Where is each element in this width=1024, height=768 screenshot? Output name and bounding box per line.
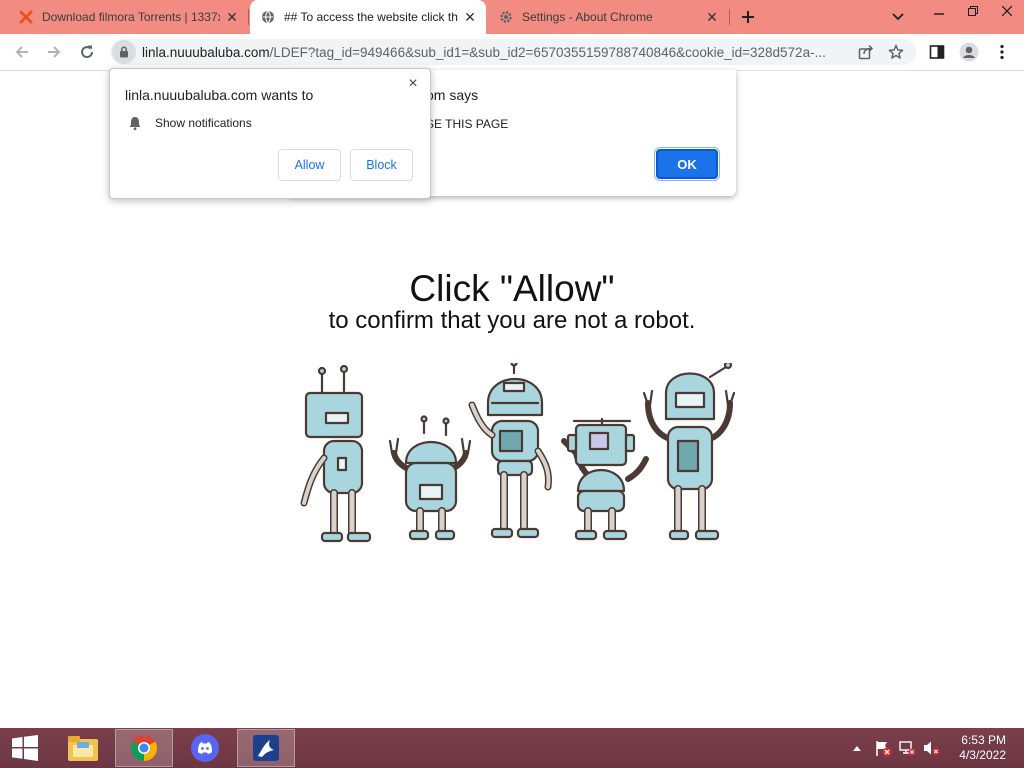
action-center-flag[interactable] [872,728,894,768]
robot-1 [300,364,372,543]
alert-title: om says [426,87,479,103]
robots-illustration [300,363,736,543]
browser-toolbar: linla.nuuubaluba.com/LDEF?tag_id=949466&… [0,34,1024,71]
restore-icon [968,6,978,16]
taskbar-file-explorer[interactable] [54,729,112,767]
url-host: linla.nuuubaluba.com [142,44,270,60]
close-icon[interactable]: × [404,75,422,93]
file-explorer-icon [68,736,98,761]
tab-divider [248,9,249,25]
start-button[interactable] [0,729,50,767]
tab-search-button[interactable] [888,8,908,26]
avatar-icon [959,42,979,62]
settings-gear-icon [498,9,514,25]
address-bar[interactable]: linla.nuuubaluba.com/LDEF?tag_id=949466&… [110,39,916,65]
kebab-menu-icon [1000,44,1004,60]
allow-button[interactable]: Allow [278,149,341,181]
volume-tray[interactable] [920,728,942,768]
bookmark-star-icon[interactable] [885,41,907,63]
volume-muted-icon [924,741,940,755]
chevron-down-icon [892,13,904,21]
reload-button[interactable] [75,40,99,64]
profile-button[interactable] [957,40,981,64]
clock-date: 4/3/2022 [959,748,1006,762]
restore-button[interactable] [956,0,990,22]
forward-arrow-icon [48,46,61,58]
robot-2 [388,415,472,541]
tab-title: Download filmora Torrents | 1337x [42,10,220,24]
page-headline: Click "Allow" [409,268,615,309]
chevron-up-icon [853,746,861,751]
tab-close-icon[interactable]: ✕ [704,9,720,25]
share-icon[interactable] [855,41,877,63]
close-window-button[interactable] [990,0,1024,22]
plus-icon [742,11,754,23]
lock-icon[interactable] [112,40,136,64]
flag-alert-icon [876,741,892,757]
tab-active-page[interactable]: ## To access the website click the Allow… [250,0,486,34]
alert-message: SE THIS PAGE [426,117,509,131]
chrome-icon [130,735,158,762]
minimize-button[interactable] [922,0,956,22]
permission-item: Show notifications [155,116,252,130]
network-tray[interactable] [896,728,918,768]
windows-taskbar: 6:53 PM 4/3/2022 [0,728,1024,768]
alert-ok-button[interactable]: OK [654,147,720,181]
url-path: /LDEF?tag_id=949466&sub_id1=&sub_id2=657… [269,44,826,60]
tab-filmora-torrents[interactable]: Download filmora Torrents | 1337x ✕ [0,0,248,34]
tab-settings[interactable]: Settings - About Chrome ✕ [488,0,728,34]
torrent-x-icon [18,9,34,25]
network-icon [899,741,916,756]
window-controls [922,0,1024,34]
back-button[interactable] [10,40,34,64]
chrome-menu-button[interactable] [990,40,1014,64]
bell-icon [129,117,141,131]
clock-time: 6:53 PM [961,733,1006,747]
taskbar-chrome[interactable] [115,729,173,767]
tab-close-icon[interactable]: ✕ [224,9,240,25]
app-icon [253,735,279,761]
taskbar-discord[interactable] [176,729,234,767]
minimize-icon [934,13,944,15]
robot-4 [561,417,649,541]
forward-button[interactable] [42,40,66,64]
taskbar-app[interactable] [237,729,295,767]
tab-title: ## To access the website click the Allow… [284,10,458,24]
notification-permission-prompt: linla.nuuubaluba.com wants to × Show not… [109,68,431,199]
reload-icon [81,45,94,59]
tab-close-icon[interactable]: ✕ [462,9,478,25]
tab-divider [729,9,730,25]
permission-title: linla.nuuubaluba.com wants to [125,87,314,103]
new-tab-button[interactable] [737,6,759,28]
block-button[interactable]: Block [350,149,413,181]
robot-5 [642,363,736,541]
robot-3 [468,363,552,539]
back-arrow-icon [15,46,28,58]
tab-title: Settings - About Chrome [522,10,653,24]
side-panel-button[interactable] [925,40,949,64]
tab-strip: Download filmora Torrents | 1337x ✕ ## T… [0,0,1024,34]
url-text: linla.nuuubaluba.com/LDEF?tag_id=949466&… [142,45,847,60]
globe-icon [260,9,276,25]
show-hidden-icons-button[interactable] [850,728,864,768]
system-clock[interactable]: 6:53 PM 4/3/2022 [959,733,1006,763]
windows-logo-icon [12,735,38,761]
close-icon [1002,6,1012,16]
page-subline: to confirm that you are not a robot. [328,307,696,334]
discord-icon [191,734,219,762]
side-panel-icon [929,45,945,59]
